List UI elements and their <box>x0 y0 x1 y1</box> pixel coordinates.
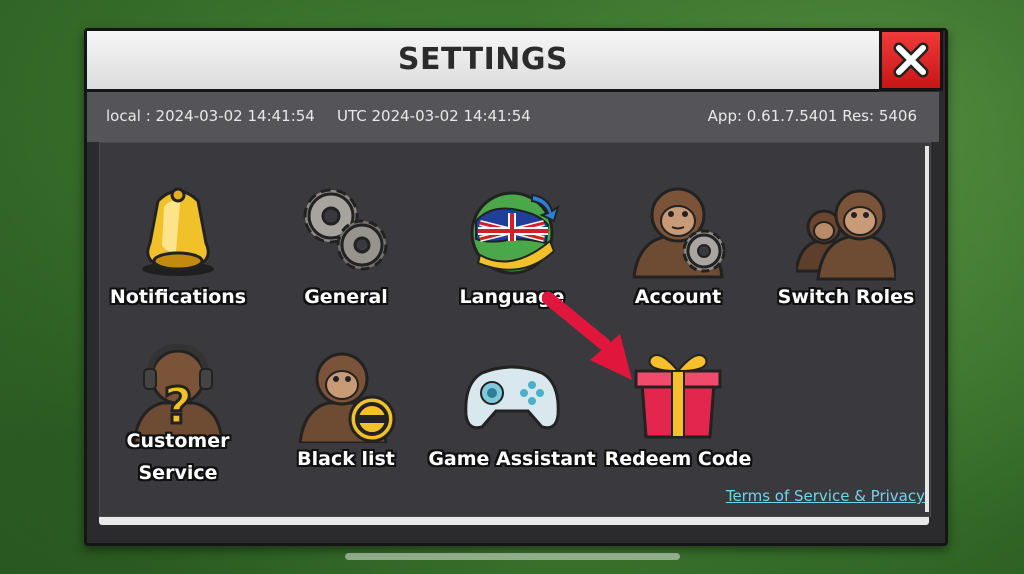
monkey-block-icon <box>298 352 396 443</box>
utc-time: UTC 2024-03-02 14:41:54 <box>337 107 531 125</box>
notifications-button[interactable]: Notifications <box>103 181 253 331</box>
close-button[interactable] <box>879 29 943 91</box>
bell-icon <box>142 187 214 276</box>
monkey-gear-icon <box>632 187 726 279</box>
notifications-label: Notifications <box>109 286 247 308</box>
gift-box-icon <box>634 354 722 439</box>
pointer-arrow-icon <box>542 291 632 380</box>
customer-service-label-line2: Service <box>138 462 218 484</box>
app-version: App: 0.61.7.5401 Res: 5406 <box>707 107 917 125</box>
terms-privacy-link[interactable]: Terms of Service & Privacy <box>726 487 925 505</box>
black-list-button[interactable]: Black list <box>271 343 421 493</box>
dialog-title: SETTINGS <box>397 42 569 77</box>
monkeys-icon <box>796 189 896 281</box>
title-bar: SETTINGS <box>87 31 879 92</box>
close-x-icon <box>893 42 929 78</box>
customer-service-button[interactable]: ? Customer Service <box>103 343 253 493</box>
scrollbar[interactable] <box>925 146 929 512</box>
info-bar: local : 2024-03-02 14:41:54 UTC 2024-03-… <box>87 92 939 142</box>
switch-roles-button[interactable]: Switch Roles <box>771 181 921 331</box>
general-button[interactable]: General <box>271 181 421 331</box>
general-label: General <box>304 286 388 308</box>
redeem-code-label: Redeem Code <box>604 448 752 470</box>
switch-roles-label: Switch Roles <box>777 286 915 308</box>
customer-service-label-line1: Customer <box>126 430 230 452</box>
settings-dialog: SETTINGS local : 2024-03-02 14:41:54 UTC… <box>84 28 948 546</box>
black-list-label: Black list <box>297 448 395 470</box>
local-time: local : 2024-03-02 14:41:54 <box>106 107 315 125</box>
panel-bottom-edge <box>99 517 929 525</box>
gears-icon <box>303 188 388 271</box>
home-indicator[interactable] <box>345 553 680 560</box>
globe-flag-icon <box>470 191 560 275</box>
game-assistant-label: Game Assistant <box>428 448 596 470</box>
